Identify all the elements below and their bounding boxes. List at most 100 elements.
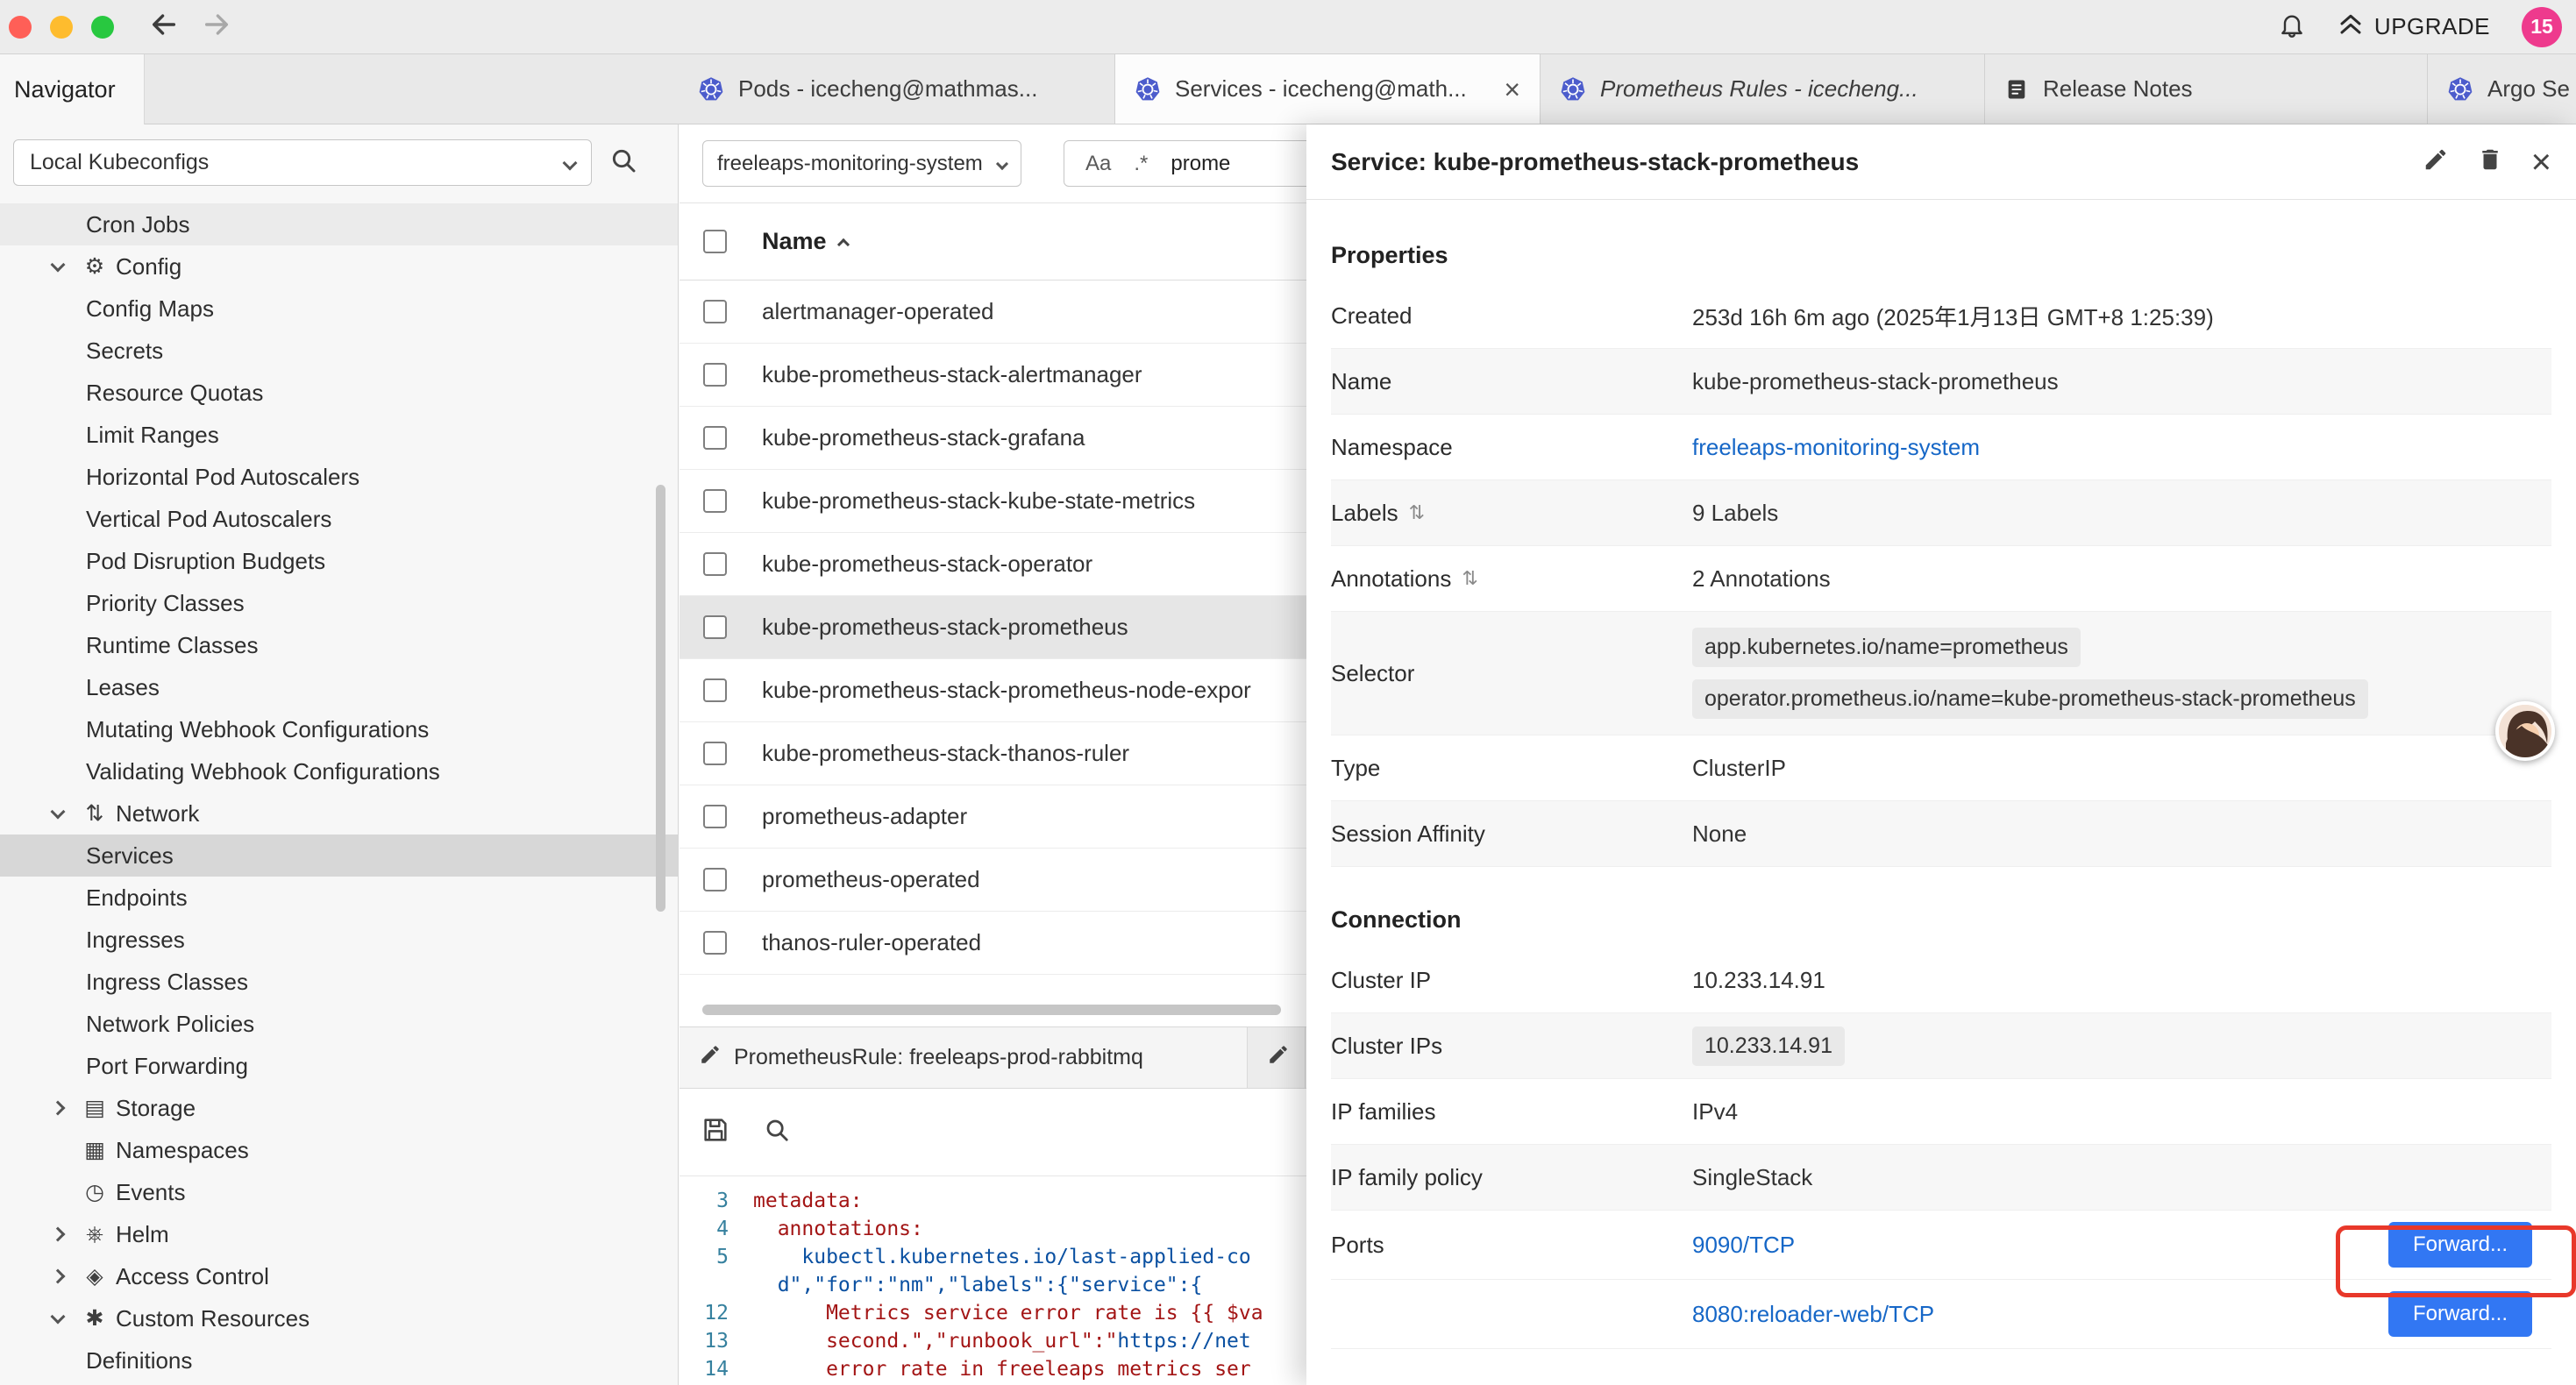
sidebar-item[interactable]: Config bbox=[0, 245, 678, 288]
cluster-ip-row: Cluster IP 10.233.14.91 bbox=[1331, 948, 2551, 1013]
sidebar-item[interactable]: Resource Quotas bbox=[0, 372, 678, 414]
row-checkbox[interactable] bbox=[703, 868, 727, 891]
row-checkbox[interactable] bbox=[703, 615, 727, 639]
table-row[interactable]: kube-prometheus-stack-prometheus bbox=[680, 596, 1306, 659]
sidebar-item[interactable]: Ingresses bbox=[0, 919, 678, 961]
table-row[interactable]: kube-prometheus-stack-prometheus-node-ex… bbox=[680, 659, 1306, 722]
edit-pencil-icon bbox=[699, 1043, 722, 1072]
row-checkbox[interactable] bbox=[703, 300, 727, 323]
table-row[interactable]: kube-prometheus-stack-kube-state-metrics bbox=[680, 470, 1306, 533]
sidebar-item[interactable]: Ingress Classes bbox=[0, 961, 678, 1003]
browser-tab[interactable]: Pods - icecheng@mathmas... bbox=[679, 54, 1115, 124]
row-checkbox[interactable] bbox=[703, 805, 727, 828]
table-row[interactable]: prometheus-operated bbox=[680, 849, 1306, 912]
sidebar-item[interactable]: Custom Resources bbox=[0, 1297, 678, 1339]
kubeconfig-select[interactable]: Local Kubeconfigs bbox=[13, 139, 592, 186]
name-column-sorter[interactable]: Name bbox=[762, 228, 848, 255]
notification-count-badge[interactable]: 15 bbox=[2522, 7, 2562, 47]
sidebar-item[interactable]: Access Control bbox=[0, 1255, 678, 1297]
sidebar-search-icon[interactable] bbox=[609, 146, 637, 179]
sidebar-item[interactable]: Leases bbox=[0, 666, 678, 708]
user-avatar[interactable] bbox=[2495, 701, 2555, 761]
delete-trash-icon[interactable] bbox=[2477, 146, 2503, 177]
minimize-window-button[interactable] bbox=[50, 16, 73, 39]
forward-button[interactable]: Forward... bbox=[2388, 1291, 2532, 1337]
tab-label: Argo Se bbox=[2487, 75, 2570, 103]
row-checkbox[interactable] bbox=[703, 742, 727, 765]
sidebar-item[interactable]: Vertical Pod Autoscalers bbox=[0, 498, 678, 540]
horizontal-scrollbar[interactable] bbox=[702, 1005, 1281, 1015]
navigator-label: Navigator bbox=[14, 76, 116, 103]
expand-toggle-icon[interactable]: ⇅ bbox=[1409, 501, 1425, 524]
table-row[interactable]: kube-prometheus-stack-alertmanager bbox=[680, 344, 1306, 407]
table-row[interactable]: kube-prometheus-stack-operator bbox=[680, 533, 1306, 596]
sidebar-item[interactable]: Network bbox=[0, 792, 678, 835]
port-link[interactable]: 8080:reloader-web/TCP bbox=[1692, 1301, 1934, 1328]
row-checkbox[interactable] bbox=[703, 489, 727, 513]
service-name: alertmanager-operated bbox=[762, 298, 994, 325]
row-checkbox[interactable] bbox=[703, 552, 727, 576]
row-checkbox[interactable] bbox=[703, 426, 727, 450]
match-case-toggle[interactable]: Aa bbox=[1085, 152, 1111, 176]
sidebar-item[interactable]: Mutating Webhook Configurations bbox=[0, 708, 678, 750]
browser-tab[interactable]: Services - icecheng@math... × bbox=[1115, 54, 1541, 124]
sidebar-item[interactable]: Port Forwarding bbox=[0, 1045, 678, 1087]
sidebar-item[interactable]: Namespaces bbox=[0, 1129, 678, 1171]
upgrade-icon bbox=[2338, 11, 2364, 43]
code-line: 12 Metrics service error rate is {{ $va bbox=[680, 1299, 1306, 1327]
editor-tab-partial[interactable] bbox=[1248, 1027, 1306, 1088]
namespace-filter-select[interactable]: freeleaps-monitoring-system bbox=[702, 140, 1021, 187]
expand-toggle-icon[interactable]: ⇅ bbox=[1462, 567, 1477, 590]
sidebar-item[interactable]: Runtime Classes bbox=[0, 624, 678, 666]
sidebar-item[interactable]: Limit Ranges bbox=[0, 414, 678, 456]
table-row[interactable]: prometheus-adapter bbox=[680, 785, 1306, 849]
sidebar-item[interactable]: Validating Webhook Configurations bbox=[0, 750, 678, 792]
sidebar-item[interactable]: Horizontal Pod Autoscalers bbox=[0, 456, 678, 498]
editor-tab-bar: PrometheusRule: freeleaps-prod-rabbitmq bbox=[680, 1026, 1306, 1089]
list-search-input[interactable]: Aa .* prome bbox=[1064, 140, 1306, 187]
browser-tab[interactable]: Argo Se bbox=[2428, 54, 2576, 124]
back-arrow-icon[interactable] bbox=[149, 10, 179, 44]
table-row[interactable]: kube-prometheus-stack-thanos-ruler bbox=[680, 722, 1306, 785]
sidebar-item[interactable]: Priority Classes bbox=[0, 582, 678, 624]
sidebar-item[interactable]: Network Policies bbox=[0, 1003, 678, 1045]
editor-search-icon[interactable] bbox=[764, 1117, 790, 1147]
upgrade-button[interactable]: UPGRADE bbox=[2338, 11, 2490, 43]
browser-tab[interactable]: Prometheus Rules - icecheng... bbox=[1541, 54, 1985, 124]
table-row[interactable]: thanos-ruler-operated bbox=[680, 912, 1306, 975]
yaml-editor[interactable]: 3metadata: 4 annotations: 5 kubectl.kube… bbox=[680, 1187, 1306, 1385]
sidebar-item[interactable]: Secrets bbox=[0, 330, 678, 372]
table-row[interactable]: alertmanager-operated bbox=[680, 281, 1306, 344]
sidebar-item[interactable]: Helm bbox=[0, 1213, 678, 1255]
notifications-bell-icon[interactable] bbox=[2278, 11, 2306, 43]
zoom-window-button[interactable] bbox=[91, 16, 114, 39]
sidebar-item[interactable]: Cron Jobs bbox=[0, 203, 678, 245]
edit-pencil-icon[interactable] bbox=[2423, 146, 2449, 177]
window-titlebar: UPGRADE 15 bbox=[0, 0, 2576, 54]
tab-close-icon[interactable]: × bbox=[1504, 75, 1520, 103]
close-icon[interactable]: × bbox=[2531, 145, 2551, 180]
row-checkbox[interactable] bbox=[703, 363, 727, 387]
sidebar-item[interactable]: Config Maps bbox=[0, 288, 678, 330]
port-link[interactable]: 9090/TCP bbox=[1692, 1232, 1795, 1259]
sidebar-item[interactable]: Definitions bbox=[0, 1339, 678, 1381]
sidebar-item[interactable]: Events bbox=[0, 1171, 678, 1213]
close-window-button[interactable] bbox=[9, 16, 32, 39]
row-checkbox[interactable] bbox=[703, 678, 727, 702]
editor-tab[interactable]: PrometheusRule: freeleaps-prod-rabbitmq bbox=[680, 1027, 1248, 1088]
namespace-link[interactable]: freeleaps-monitoring-system bbox=[1692, 434, 1980, 461]
row-checkbox[interactable] bbox=[703, 931, 727, 955]
browser-tab[interactable]: Release Notes bbox=[1985, 54, 2428, 124]
sidebar-item[interactable]: Storage bbox=[0, 1087, 678, 1129]
table-row[interactable]: kube-prometheus-stack-grafana bbox=[680, 407, 1306, 470]
sidebar-scrollbar[interactable] bbox=[656, 485, 665, 912]
sidebar-item[interactable]: Endpoints bbox=[0, 877, 678, 919]
save-icon[interactable] bbox=[701, 1115, 730, 1149]
forward-arrow-icon[interactable] bbox=[202, 10, 231, 44]
editor-toolbar bbox=[680, 1089, 1306, 1176]
sidebar-item[interactable]: Pod Disruption Budgets bbox=[0, 540, 678, 582]
services-list-panel: freeleaps-monitoring-system Aa .* prome … bbox=[680, 124, 1306, 1385]
sidebar-item[interactable]: Services bbox=[0, 835, 678, 877]
select-all-checkbox[interactable] bbox=[703, 230, 727, 253]
regex-toggle[interactable]: .* bbox=[1134, 152, 1148, 176]
